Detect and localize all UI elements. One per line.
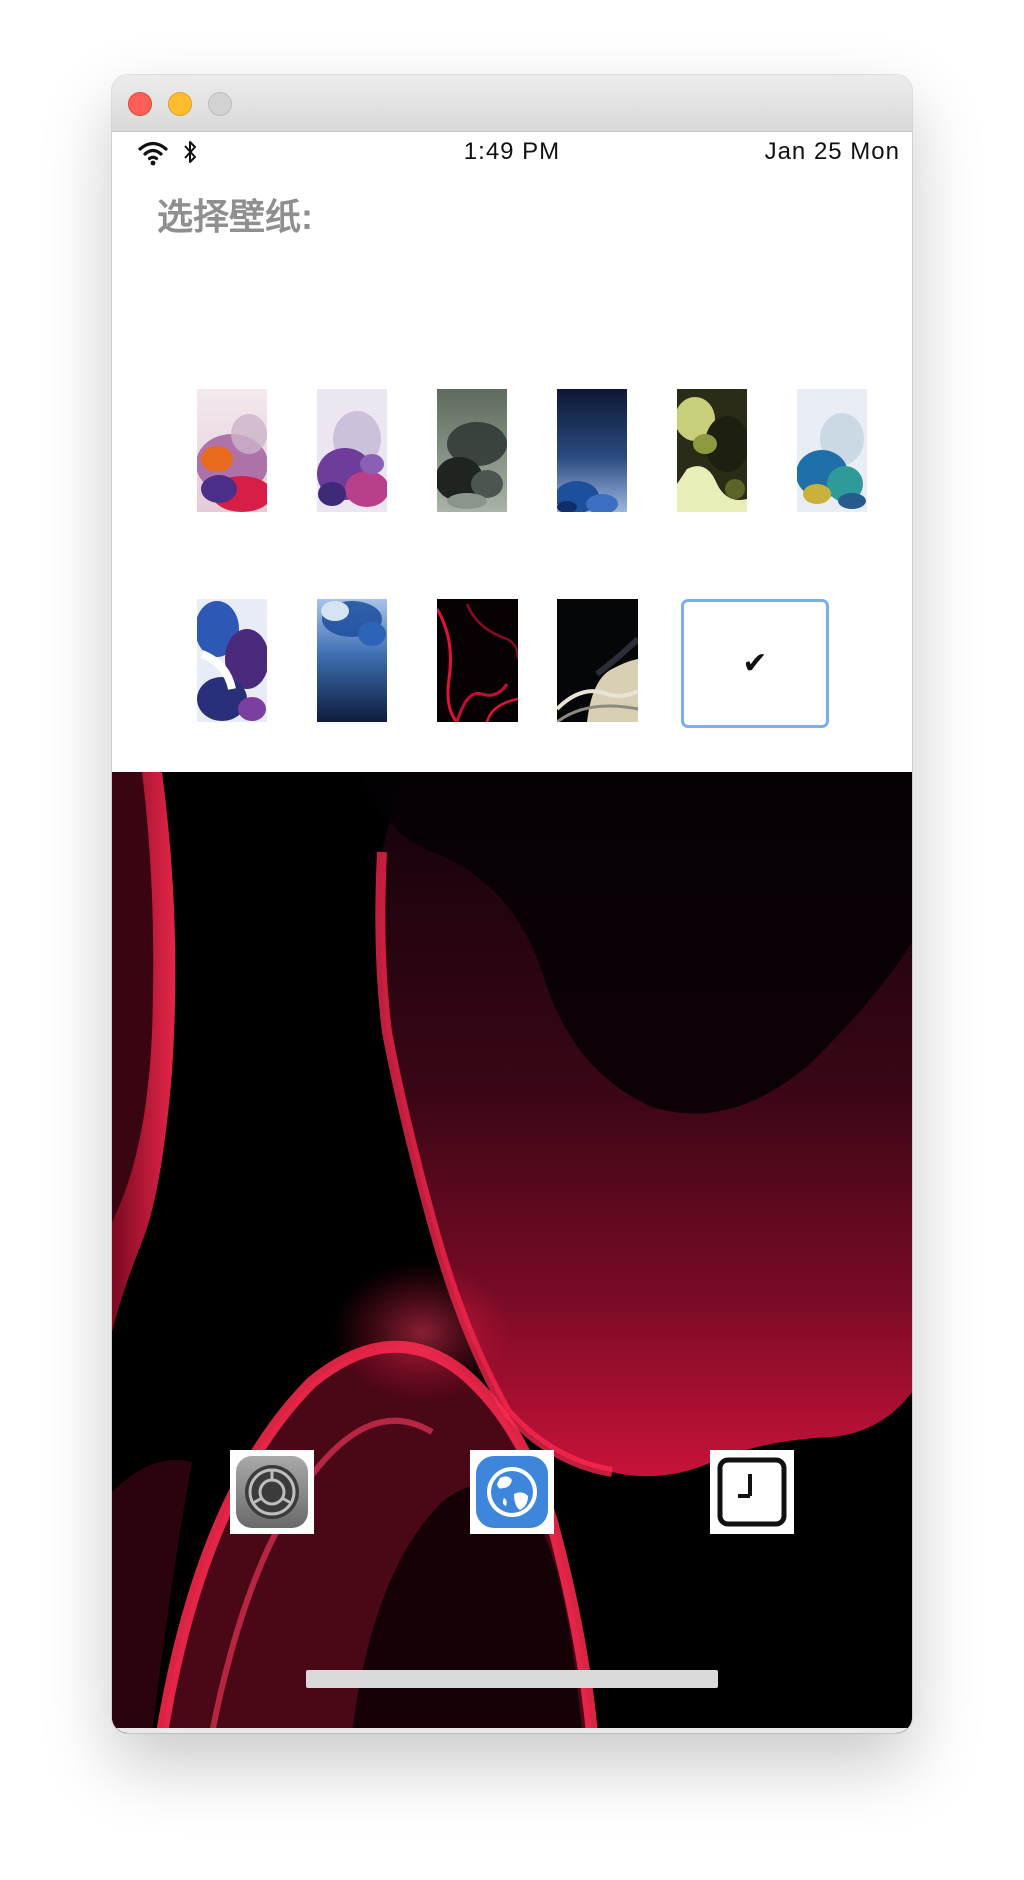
wallpaper-thumb-black-red-waves[interactable] xyxy=(437,599,518,722)
system-preferences-icon[interactable] xyxy=(230,1450,314,1534)
wallpaper-thumb-ink-pink-red[interactable] xyxy=(197,389,267,512)
home-screen-wallpaper xyxy=(112,772,912,1733)
zoom-window-button[interactable] xyxy=(208,92,232,116)
bottom-edge xyxy=(112,1728,912,1733)
wallpaper-thumb-ink-teal-blue[interactable] xyxy=(797,389,867,512)
app-window: 1:49 PM Jan 25 Mon 选择壁纸: ✔ xyxy=(112,75,912,1733)
status-date: Jan 25 Mon xyxy=(764,138,900,165)
phone-screen: 1:49 PM Jan 25 Mon 选择壁纸: ✔ xyxy=(112,132,912,1733)
wallpaper-thumb-selected[interactable]: ✔ xyxy=(681,599,829,728)
wallpaper-thumb-ink-purple[interactable] xyxy=(317,389,387,512)
home-indicator[interactable] xyxy=(306,1670,718,1688)
close-window-button[interactable] xyxy=(128,92,152,116)
wallpaper-thumb-ink-olive-yellow[interactable] xyxy=(677,389,747,512)
wallpaper-thumb-ink-blue-violet[interactable] xyxy=(197,599,267,722)
minimize-window-button[interactable] xyxy=(168,92,192,116)
wallpaper-thumb-navy-gradient-blue[interactable] xyxy=(557,389,627,512)
globe-browser-icon[interactable] xyxy=(470,1450,554,1534)
status-bar: 1:49 PM Jan 25 Mon xyxy=(112,132,912,172)
wallpaper-thumb-blue-gradient-smoke[interactable] xyxy=(317,599,387,722)
title-bar[interactable] xyxy=(112,75,912,132)
wallpaper-picker-title: 选择壁纸: xyxy=(157,196,313,237)
wallpaper-thumb-black-sand-curves[interactable] xyxy=(557,599,638,722)
wallpaper-thumb-ink-gray-green[interactable] xyxy=(437,389,507,512)
checkmark-icon: ✔ xyxy=(742,647,768,680)
clock-icon[interactable] xyxy=(710,1450,794,1534)
